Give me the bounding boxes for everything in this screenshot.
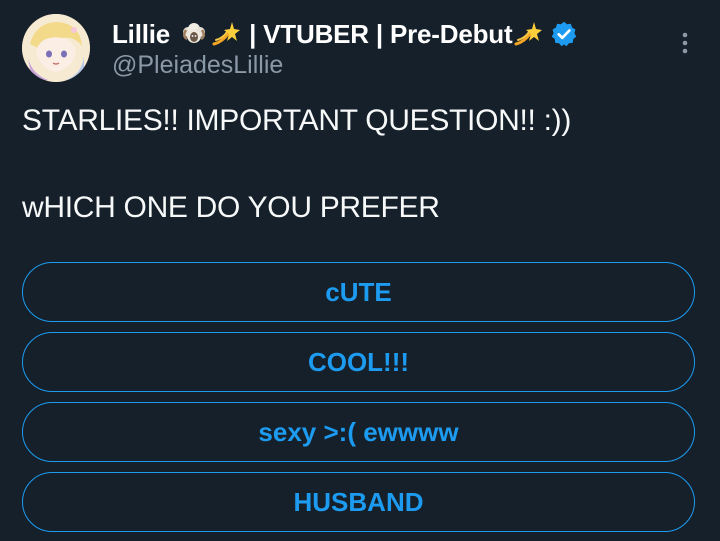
tweet: Lillie | VTUBER | Pre-Debut @PleiadesLil… <box>0 0 720 541</box>
tweet-text-line-2: wHICH ONE DO YOU PREFER <box>22 191 440 224</box>
author-name: Lillie <box>112 18 171 49</box>
poll-option-4[interactable]: HUSBAND <box>22 472 695 532</box>
poll-option-1[interactable]: cUTE <box>22 262 695 322</box>
more-vertical-icon[interactable] <box>676 30 694 56</box>
tweet-text-line-1: STARLIES!! IMPORTANT QUESTION!! :)) <box>22 104 572 137</box>
poll-option-label: HUSBAND <box>293 486 424 517</box>
ram-emoji-icon <box>180 20 208 48</box>
avatar-image <box>22 14 90 82</box>
author-handle[interactable]: @PleiadesLillie <box>112 51 283 80</box>
avatar[interactable] <box>22 14 90 82</box>
dizzy-emoji-icon <box>514 20 543 48</box>
poll-option-label: cUTE <box>325 276 392 307</box>
poll-option-3[interactable]: sexy >:( ewwww <box>22 402 695 462</box>
poll-option-label: sexy >:( ewwww <box>258 416 459 447</box>
dizzy-emoji-icon <box>212 20 241 48</box>
author-name-tail: | VTUBER | Pre-Debut <box>242 18 513 49</box>
poll-option-2[interactable]: COOL!!! <box>22 332 695 392</box>
author-name-row[interactable]: Lillie | VTUBER | Pre-Debut <box>112 17 578 51</box>
verified-badge-icon <box>550 20 578 48</box>
poll-option-label: COOL!!! <box>307 346 410 377</box>
